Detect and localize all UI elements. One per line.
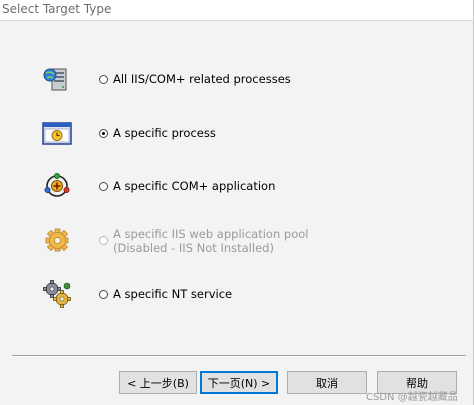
cancel-button[interactable]: 取消 bbox=[287, 371, 367, 394]
title-bar: Select Target Type bbox=[0, 0, 474, 21]
option-sublabel-iis-app-pool: (Disabled - IIS Not Installed) bbox=[113, 241, 274, 255]
radio-iis-app-pool bbox=[99, 236, 108, 245]
window-title: Select Target Type bbox=[2, 2, 112, 16]
option-label-nt-service[interactable]: A specific NT service bbox=[113, 288, 232, 301]
process-window-icon bbox=[41, 117, 73, 149]
watermark: CSDN @越瓷越藏品 bbox=[366, 392, 458, 403]
option-label-com-plus-app[interactable]: A specific COM+ application bbox=[113, 180, 275, 193]
nt-service-gears-icon bbox=[41, 278, 73, 310]
footer-separator bbox=[12, 355, 466, 357]
next-button[interactable]: 下一页(N) > bbox=[200, 371, 278, 394]
app-pool-gear-icon bbox=[41, 224, 73, 256]
back-button[interactable]: < 上一步(B) bbox=[119, 371, 197, 394]
server-icon bbox=[41, 63, 73, 95]
radio-com-plus-app[interactable] bbox=[99, 182, 108, 191]
option-label-all-iis-com[interactable]: All IIS/COM+ related processes bbox=[113, 73, 291, 86]
option-label-iis-app-pool: A specific IIS web application pool bbox=[113, 227, 309, 241]
radio-all-iis-com[interactable] bbox=[99, 75, 108, 84]
com-plus-icon bbox=[41, 170, 73, 202]
radio-nt-service[interactable] bbox=[99, 290, 108, 299]
option-label-specific-process[interactable]: A specific process bbox=[113, 127, 216, 140]
radio-specific-process[interactable] bbox=[99, 129, 108, 138]
